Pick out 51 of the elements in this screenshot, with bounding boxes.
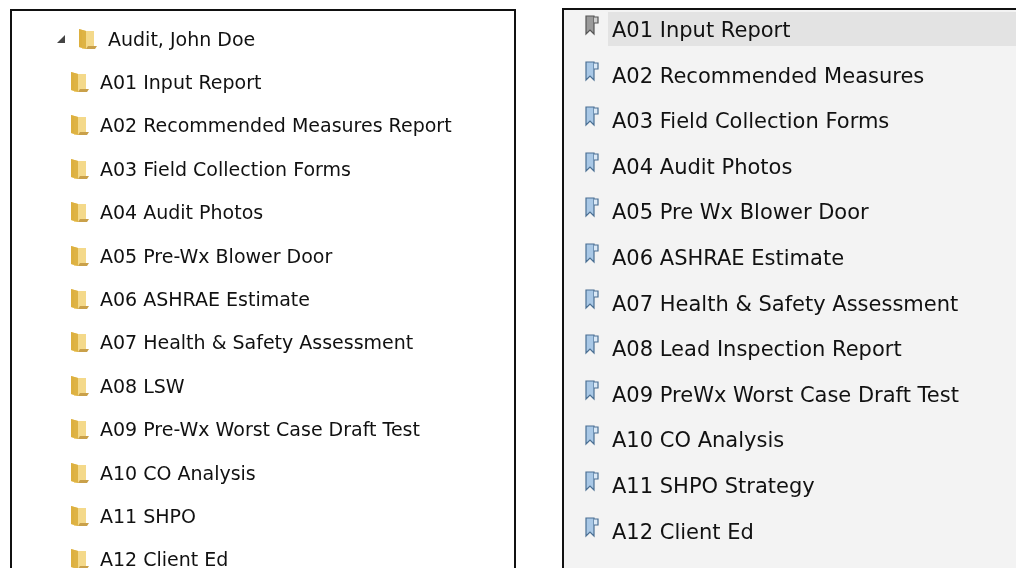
- tree-item[interactable]: A10 CO Analysis: [100, 461, 256, 484]
- collapse-arrow-icon[interactable]: [56, 33, 66, 44]
- bookmark-item[interactable]: A05 Pre Wx Blower Door: [608, 194, 873, 229]
- folder-icon: [68, 70, 90, 95]
- folder-icon: [68, 417, 90, 442]
- bookmark-icon: [584, 378, 600, 401]
- bookmark-icon: [584, 333, 600, 356]
- folder-icon: [68, 243, 90, 268]
- bookmark-icon: [584, 287, 600, 310]
- folder-icon: [68, 200, 90, 225]
- folder-icon: [68, 373, 90, 398]
- folder-icon: [68, 287, 90, 312]
- bookmark-icon: [584, 469, 600, 492]
- bookmark-item[interactable]: A01 Input Report: [608, 12, 1016, 46]
- bookmark-item[interactable]: A08 Lead Inspection Report: [608, 331, 906, 366]
- bookmark-item[interactable]: A09 PreWx Worst Case Draft Test: [608, 376, 963, 411]
- bookmark-item[interactable]: A02 Recommended Measures: [608, 57, 929, 92]
- tree-item[interactable]: A07 Health & Safety Assessment: [100, 331, 414, 354]
- folder-icon: [68, 113, 90, 138]
- bookmark-icon: [584, 241, 600, 264]
- tree-item[interactable]: A05 Pre-Wx Blower Door: [100, 244, 333, 267]
- bookmark-item[interactable]: A11 SHPO Strategy: [608, 467, 819, 502]
- folder-icon: [76, 26, 98, 51]
- bookmark-item[interactable]: A04 Audit Photos: [608, 148, 797, 183]
- folder-icon: [68, 504, 90, 528]
- bookmark-icon: [584, 515, 600, 538]
- tree-item[interactable]: A09 Pre-Wx Worst Case Draft Test: [100, 418, 420, 441]
- tree-item[interactable]: A12 Client Ed: [100, 548, 229, 568]
- bookmark-item[interactable]: A06 ASHRAE Estimate: [608, 239, 849, 274]
- tree-item[interactable]: A01 Input Report: [100, 71, 262, 94]
- folder-icon: [68, 460, 90, 485]
- tree-item[interactable]: Audit, John Doe: [108, 27, 256, 50]
- folder-icon: [68, 547, 90, 568]
- tree-item[interactable]: A08 LSW: [100, 374, 185, 397]
- bookmark-icon: [584, 105, 600, 128]
- tree-item[interactable]: A04 Audit Photos: [100, 201, 264, 224]
- tree-item[interactable]: A06 ASHRAE Estimate: [100, 288, 310, 311]
- bookmark-icon: [584, 196, 600, 219]
- folder-icon: [68, 330, 90, 355]
- bookmark-icon: [584, 59, 600, 82]
- folder-icon: [68, 156, 90, 181]
- tree-item[interactable]: A03 Field Collection Forms: [100, 157, 351, 180]
- bookmark-icon: [584, 424, 600, 447]
- bookmark-icon: [584, 14, 600, 36]
- tree-item[interactable]: A11 SHPO: [100, 505, 196, 527]
- bookmark-item[interactable]: A07 Health & Safety Assessment: [608, 285, 963, 320]
- bookmark-item[interactable]: A03 Field Collection Forms: [608, 103, 894, 138]
- tree-item[interactable]: A02 Recommended Measures Report: [100, 114, 452, 137]
- bookmark-icon: [584, 150, 600, 173]
- bookmark-item[interactable]: A12 Client Ed: [608, 513, 758, 548]
- bookmark-item[interactable]: A10 CO Analysis: [608, 422, 789, 457]
